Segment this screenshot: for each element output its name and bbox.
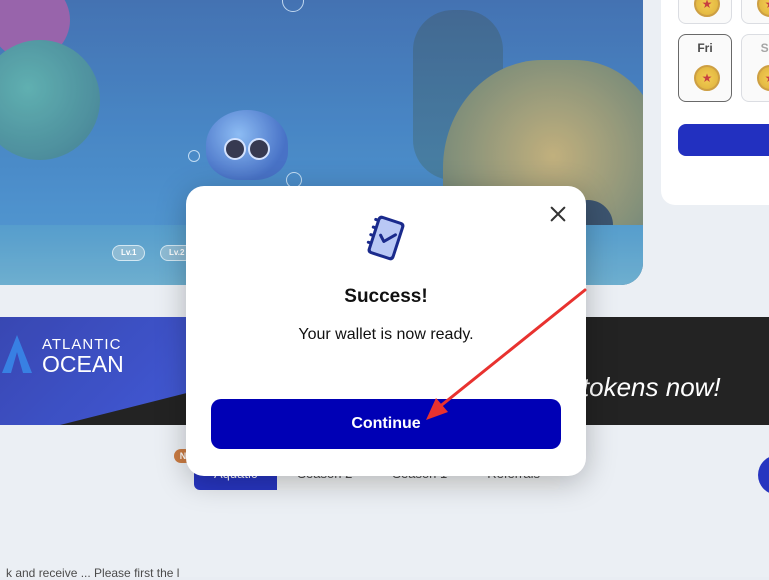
- close-icon[interactable]: [544, 200, 572, 228]
- modal-title: Success!: [344, 286, 428, 307]
- wallet-checklist-icon: [366, 215, 405, 261]
- modal-message: Your wallet is now ready.: [298, 326, 474, 343]
- success-modal: Success! Your wallet is now ready. Conti…: [186, 186, 586, 476]
- continue-button[interactable]: Continue: [211, 399, 561, 449]
